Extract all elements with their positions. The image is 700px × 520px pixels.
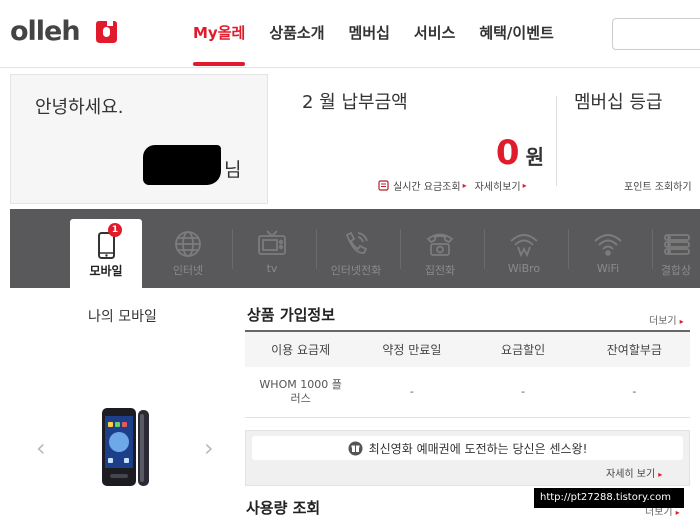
promo-link[interactable]: 최신영화 예매권에 도전하는 당신은 센스왕! — [252, 436, 683, 460]
wibro-icon — [510, 234, 538, 258]
more-label: 자세히 보기 — [606, 469, 656, 480]
membership-panel: 멤버십 등급 포인트 조회하기 — [558, 74, 700, 204]
nav-services[interactable]: 서비스 — [414, 22, 455, 43]
tab-wibro[interactable]: WiBro — [482, 209, 566, 288]
phone-image — [102, 408, 149, 486]
tab-label: 인터넷 — [172, 264, 204, 277]
contract-expiry-cell: - — [356, 367, 468, 418]
table-header-row: 이용 요금제 약정 만료일 요금할인 잔여할부금 — [245, 330, 690, 367]
nav-products[interactable]: 상품소개 — [269, 22, 324, 43]
name-suffix: 님 — [224, 159, 242, 181]
carousel-next-icon[interactable]: › — [204, 436, 214, 460]
bundle-icon — [664, 234, 690, 255]
bill-amount-value: 0 — [495, 133, 520, 173]
olleh-logo[interactable]: olleh — [10, 16, 120, 47]
logo-text: olleh — [10, 16, 81, 47]
globe-icon — [175, 231, 201, 257]
internet-phone-icon — [345, 231, 368, 254]
receipt-icon — [378, 180, 389, 191]
promo-more-link[interactable]: 자세히 보기 ▸ — [606, 465, 662, 480]
tab-label: 인터넷전화 — [330, 264, 382, 277]
top-header: olleh My올레 상품소개 멤버십 서비스 혜택/이벤트 — [0, 0, 700, 68]
column-header: 요금할인 — [467, 330, 579, 367]
usage-title: 사용량 조회 — [246, 499, 321, 517]
discount-cell: - — [467, 367, 579, 418]
more-label: 더보기 — [649, 316, 677, 327]
bill-amount: 0 원 — [496, 136, 544, 170]
search-box — [612, 18, 700, 50]
bill-title: 2 월 납부금액 — [302, 92, 408, 113]
my-mobile-panel: 나의 모바일 ‹ › — [10, 288, 235, 520]
notification-badge: 1 — [108, 223, 122, 237]
tab-label: 모바일 — [89, 264, 123, 278]
realtime-bill-link[interactable]: 실시간 요금조회 — [393, 178, 461, 193]
more-label: 더보기 — [645, 507, 673, 518]
service-tab-bar: 1 모바일 인터넷 tv 인터넷전화 집전화 WiBro WiFi 결합상 — [10, 209, 700, 288]
bill-amount-unit: 원 — [525, 145, 544, 169]
nav-membership[interactable]: 멤버십 — [349, 22, 390, 43]
nav-benefits-events[interactable]: 혜택/이벤트 — [479, 22, 553, 43]
tab-tv[interactable]: tv — [230, 209, 314, 288]
column-header: 잔여할부금 — [578, 330, 690, 367]
installment-cell: - — [578, 367, 690, 418]
promo-banner: 최신영화 예매권에 도전하는 당신은 센스왕! 자세히 보기 ▸ — [245, 430, 690, 486]
nav-my-olleh[interactable]: My올레 — [193, 22, 246, 66]
product-table: 이용 요금제 약정 만료일 요금할인 잔여할부금 WHOM 1000 플러스 -… — [245, 330, 690, 418]
gift-icon — [348, 441, 363, 455]
membership-title: 멤버십 등급 — [574, 92, 663, 113]
tab-bundle[interactable]: 결합상 — [634, 209, 700, 288]
tab-home-phone[interactable]: 집전화 — [398, 209, 482, 288]
olleh-logo-mark-icon — [95, 19, 117, 43]
search-input[interactable] — [613, 19, 700, 49]
redacted-username — [143, 145, 221, 185]
tab-label: tv — [266, 262, 278, 275]
tab-label: 결합상 — [660, 264, 692, 277]
greeting-text: 안녕하세요. — [35, 97, 124, 118]
arrow-right-icon: ▸ — [679, 317, 684, 326]
account-summary: 안녕하세요. 님 2 월 납부금액 0 원 실시간 요금조회 ▸ 자세히보기 ▸… — [10, 74, 700, 204]
main-nav: My올레 상품소개 멤버십 서비스 혜택/이벤트 — [193, 22, 578, 66]
greeting-panel: 안녕하세요. 님 — [10, 74, 268, 204]
column-header: 약정 만료일 — [356, 330, 468, 367]
my-mobile-title: 나의 모바일 — [88, 309, 157, 325]
product-more-link[interactable]: 더보기 ▸ — [649, 312, 684, 327]
arrow-right-icon: ▸ — [522, 181, 527, 190]
promo-text: 최신영화 예매권에 도전하는 당신은 센스왕! — [368, 441, 588, 456]
tab-label: WiBro — [507, 262, 541, 275]
tv-icon — [258, 230, 286, 255]
home-phone-icon — [426, 233, 454, 256]
points-link[interactable]: 포인트 조회하기 — [624, 178, 692, 193]
wifi-icon — [594, 234, 622, 256]
column-header: 이용 요금제 — [245, 330, 357, 367]
arrow-right-icon: ▸ — [658, 470, 663, 479]
plan-name-cell: WHOM 1000 플러스 — [245, 367, 357, 418]
summary-divider — [556, 96, 557, 186]
tab-internet-phone[interactable]: 인터넷전화 — [314, 209, 398, 288]
tab-mobile[interactable]: 1 모바일 — [70, 219, 142, 288]
tab-internet[interactable]: 인터넷 — [146, 209, 230, 288]
arrow-right-icon: ▸ — [675, 508, 680, 517]
bill-detail-link[interactable]: 자세히보기 — [475, 178, 521, 193]
blog-watermark: http://pt27288.tistory.com — [534, 488, 684, 508]
arrow-right-icon: ▸ — [462, 181, 467, 190]
bill-links: 실시간 요금조회 ▸ 자세히보기 ▸ — [378, 178, 535, 193]
product-info-title: 상품 가입정보 — [247, 306, 336, 324]
table-row: WHOM 1000 플러스 - - - — [245, 367, 690, 418]
tab-label: 집전화 — [424, 264, 456, 277]
bill-panel: 2 월 납부금액 0 원 실시간 요금조회 ▸ 자세히보기 ▸ — [268, 74, 558, 204]
carousel-prev-icon[interactable]: ‹ — [36, 436, 46, 460]
